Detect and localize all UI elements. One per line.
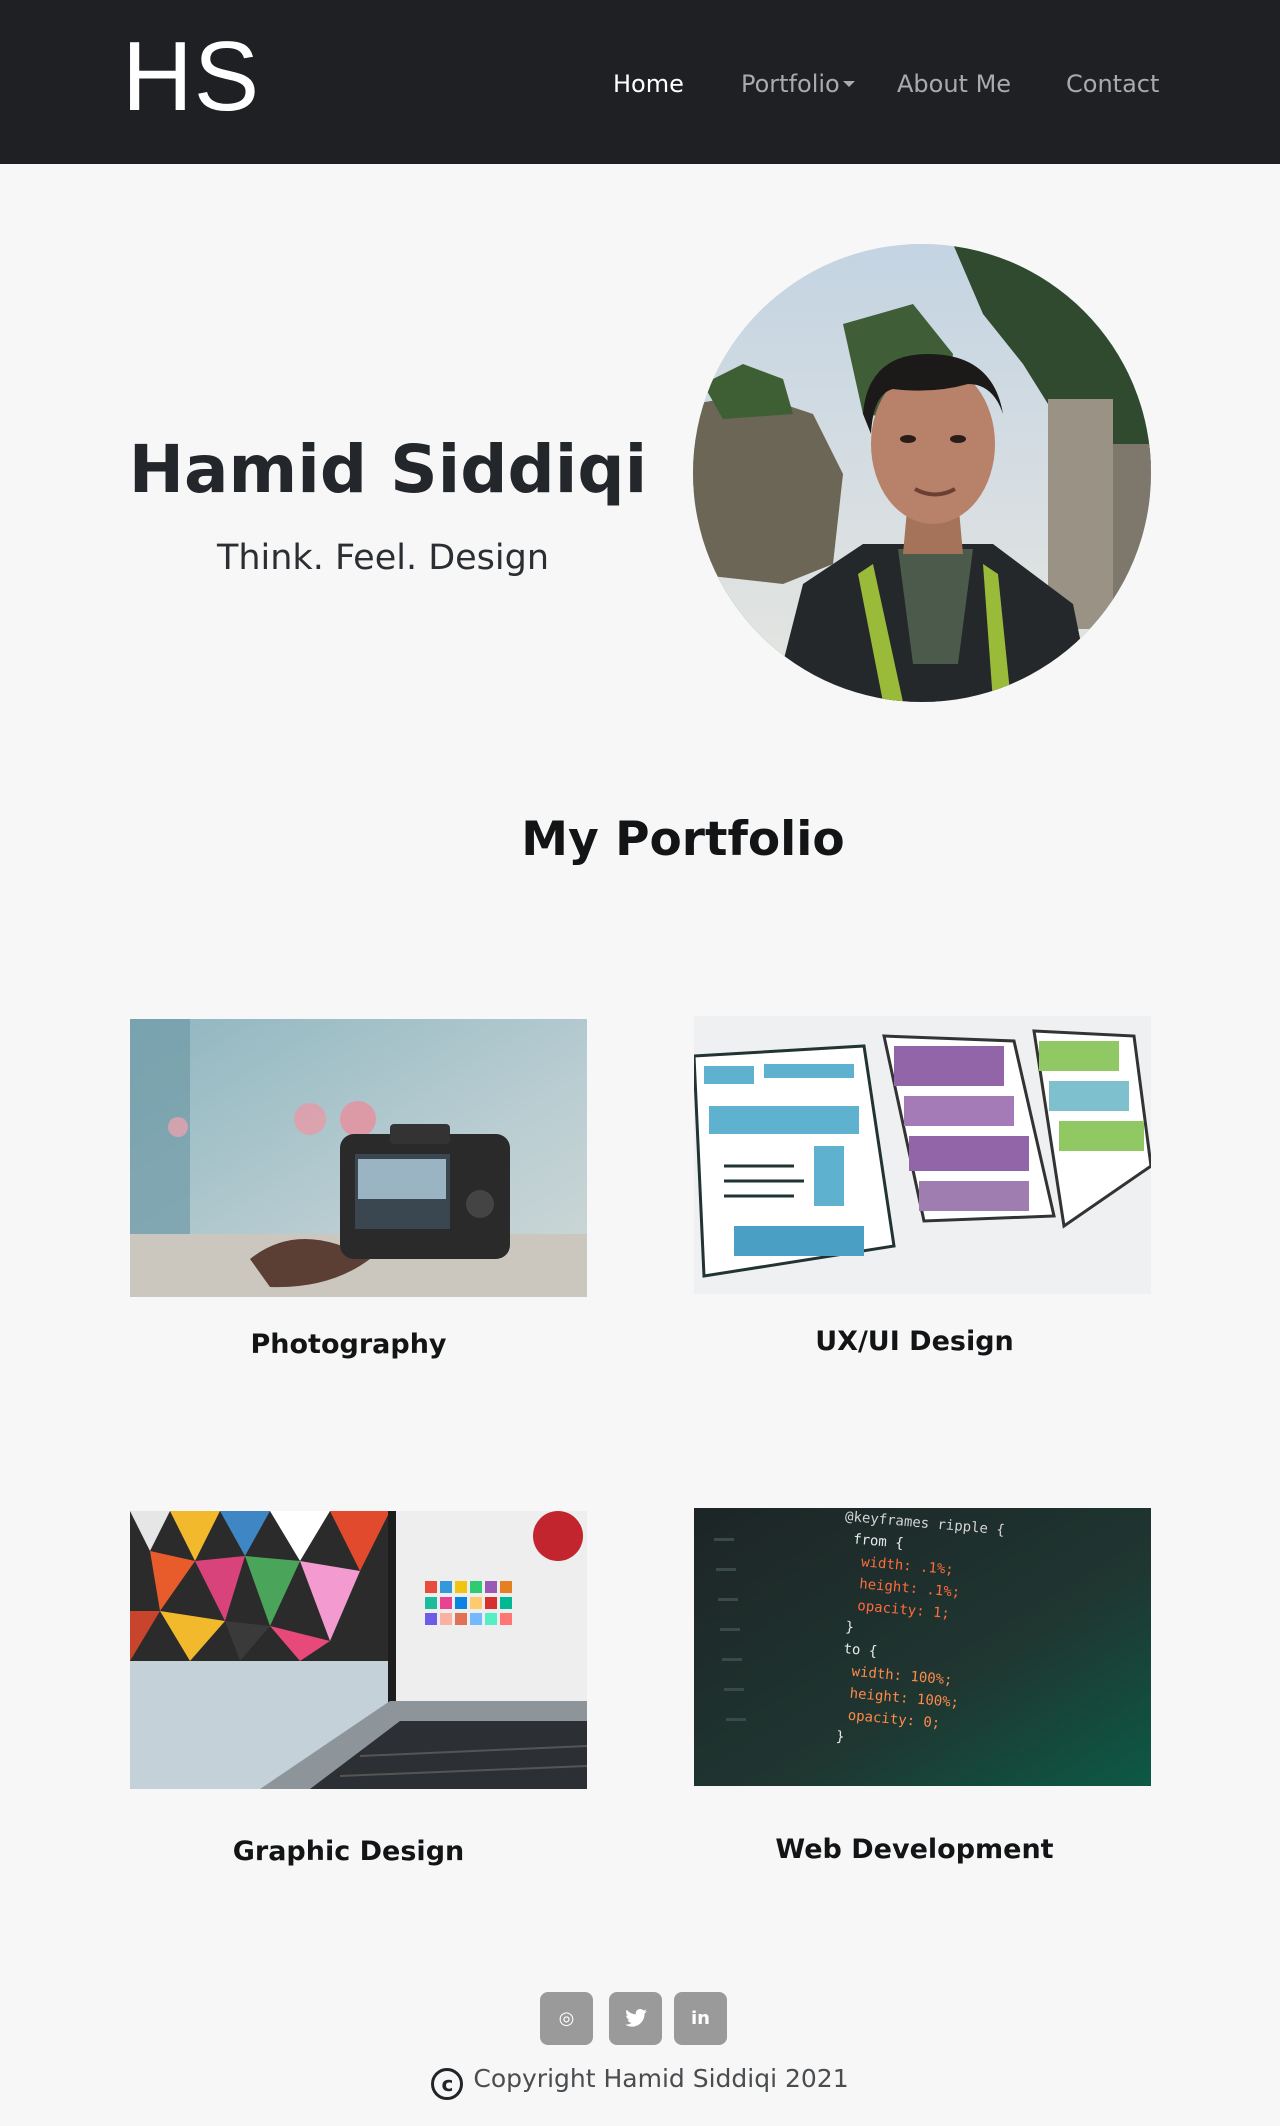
graphic-design-label[interactable]: Graphic Design [120, 1834, 577, 1870]
copyright: c Copyright Hamid Siddiqi 2021 [0, 2062, 1280, 2100]
copyright-icon: c [431, 2068, 464, 2100]
nav-contact[interactable]: Contact [1066, 68, 1159, 100]
code-line: to { [843, 1641, 878, 1660]
code-line: } [835, 1729, 845, 1746]
graphic-design-thumbnail[interactable] [130, 1511, 587, 1789]
web-development-label[interactable]: Web Development [686, 1832, 1143, 1868]
nav-about[interactable]: About Me [897, 68, 1011, 100]
photography-label[interactable]: Photography [120, 1327, 577, 1363]
web-development-thumbnail[interactable]: @keyframes ripple { from { width: .1%; h… [694, 1508, 1151, 1786]
instagram-icon: ◎ [558, 2008, 575, 2029]
profile-photo [693, 244, 1151, 702]
instagram-button[interactable]: ◎ [540, 1992, 593, 2045]
portfolio-title: My Portfolio [521, 812, 845, 867]
twitter-icon [624, 2008, 647, 2029]
ux-ui-design-thumbnail[interactable] [694, 1016, 1151, 1294]
hero-tagline: Think. Feel. Design [216, 538, 550, 578]
nav-portfolio-label: Portfolio [741, 70, 840, 98]
linkedin-button[interactable]: in [674, 1992, 727, 2045]
twitter-button[interactable] [609, 1992, 662, 2045]
ux-ui-design-label[interactable]: UX/UI Design [686, 1324, 1143, 1360]
copyright-text: Copyright Hamid Siddiqi 2021 [473, 2064, 849, 2093]
chevron-down-icon [842, 81, 855, 87]
nav-portfolio-dropdown[interactable]: Portfolio [741, 68, 855, 100]
hero-name: Hamid Siddiqi [128, 431, 648, 508]
nav-home[interactable]: Home [613, 68, 684, 100]
photography-thumbnail[interactable] [130, 1019, 587, 1297]
linkedin-icon: in [691, 2008, 710, 2029]
code-line: } [845, 1619, 855, 1636]
navbar: HS Home Portfolio About Me Contact [0, 0, 1280, 164]
site-logo[interactable]: HS [122, 18, 260, 136]
